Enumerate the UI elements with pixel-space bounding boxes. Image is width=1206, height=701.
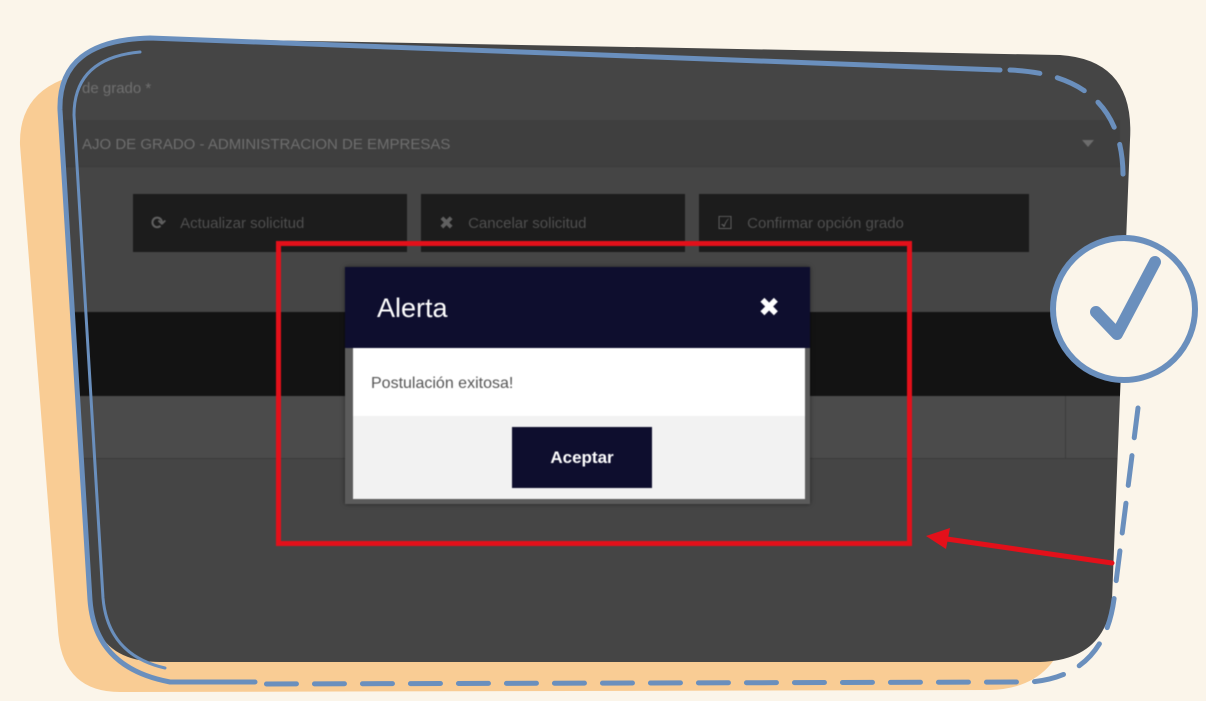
red-arrowhead-icon	[926, 528, 950, 549]
decor-overlay	[57, 35, 1198, 687]
red-arrow-icon	[937, 535, 1115, 566]
blue-frame-dashed	[252, 67, 1141, 687]
check-circle-icon	[1050, 235, 1198, 383]
blue-frame-solid	[57, 35, 1003, 685]
